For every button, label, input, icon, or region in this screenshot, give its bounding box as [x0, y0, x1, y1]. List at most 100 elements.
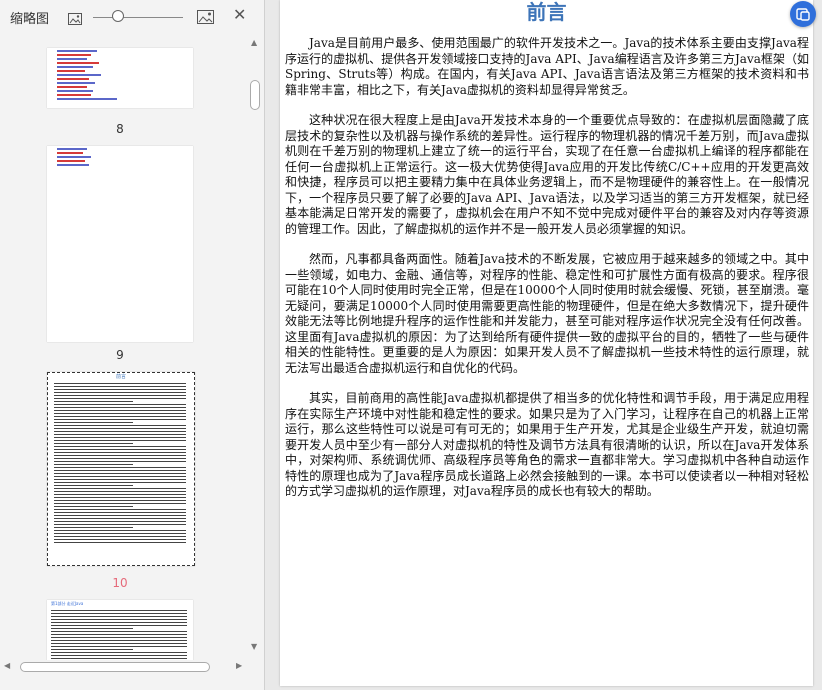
scroll-down-arrow[interactable]: ▼	[251, 642, 257, 651]
thumbnail-text-line	[54, 479, 186, 480]
document-body: Java是目前用户最多、使用范围最广的软件开发技术之一。Java的技术体系主要由…	[285, 36, 809, 515]
thumbnail-text-line	[54, 470, 186, 471]
thumbnail-text-line	[54, 425, 186, 426]
paragraph: Java是目前用户最多、使用范围最广的软件开发技术之一。Java的技术体系主要由…	[285, 36, 809, 97]
page-title: 前言	[526, 0, 567, 24]
thumbnail-text-line	[54, 500, 186, 501]
thumbnail-text-line	[51, 628, 133, 629]
thumbnail-text-line	[51, 634, 187, 635]
thumbnail-text-line	[54, 437, 186, 438]
thumbnail-text-line	[54, 473, 186, 474]
thumbnail-text-line	[54, 497, 186, 498]
thumbnail-text-line	[54, 416, 186, 417]
thumbnail-text-line	[51, 625, 187, 626]
thumbnail-text-line	[54, 518, 186, 519]
thumbnail-text-line	[54, 485, 134, 486]
thumbnail-text-line	[54, 542, 186, 543]
sidebar-title: 缩略图	[10, 12, 50, 27]
thumbnail-text-line	[54, 539, 186, 540]
thumbnail-text-line	[54, 515, 186, 516]
thumbnail-title: 前言	[115, 374, 126, 380]
thumbnail-text-line	[54, 449, 186, 450]
scroll-right-arrow[interactable]: ▶	[236, 661, 242, 670]
thumbnail-text-line	[54, 536, 186, 537]
thumbnail-text-line	[54, 491, 186, 492]
paragraph: 然而，凡事都具备两面性。随着Java技术的不断发展，它被应用于越来越多的领域之中…	[285, 252, 809, 375]
thumbnail-text-line	[54, 404, 186, 405]
thumbnail-page-11[interactable]: 第1部分 走近Java	[47, 600, 193, 660]
thumbnail-text-line	[54, 410, 186, 411]
thumbnail-text-line	[54, 407, 186, 408]
thumbnail-text-line	[54, 446, 186, 447]
float-tool-icon[interactable]	[790, 1, 816, 27]
thumbnail-text-line	[51, 640, 187, 641]
thumbnail-page-8[interactable]	[47, 48, 193, 108]
thumbnail-text-line	[54, 524, 186, 525]
thumbnail-text-line	[54, 401, 134, 402]
thumbnail-text-line	[54, 464, 134, 465]
thumbnail-text-line	[54, 533, 186, 534]
image-large-icon[interactable]	[197, 9, 214, 24]
page-number-9: 9	[116, 348, 124, 362]
scroll-left-arrow[interactable]: ◀	[4, 661, 10, 670]
thumbnail-text-line	[54, 422, 134, 423]
thumbnail-text-line	[54, 452, 186, 453]
thumbnail-text-line	[54, 476, 186, 477]
vertical-scroll-thumb[interactable]	[250, 80, 260, 110]
thumbnail-text-line	[54, 383, 186, 384]
zoom-slider-track[interactable]	[93, 17, 183, 18]
thumbnail-text-line	[54, 461, 186, 462]
sidebar-vertical-scrollbar[interactable]: ▲ ▼	[248, 38, 262, 660]
sidebar-toolbar: 缩略图 ✕	[0, 0, 264, 34]
thumbnail-text-line	[54, 386, 186, 387]
thumbnail-text-line	[51, 643, 187, 644]
thumbnail-text-line	[54, 527, 134, 528]
thumbnail-text-line	[54, 509, 186, 510]
thumbnail-text-line	[54, 392, 186, 393]
thumbnail-text-line	[54, 398, 186, 399]
thumbnail-text-line	[54, 521, 186, 522]
thumbnail-text-line	[51, 637, 187, 638]
scroll-up-arrow[interactable]: ▲	[251, 38, 257, 47]
thumbnail-text-line	[54, 458, 186, 459]
thumbnail-text-line	[51, 658, 187, 659]
page-number-10: 10	[112, 576, 128, 590]
thumbnail-list: 8 9 前言 10 第1部分 走近Java	[0, 38, 248, 660]
thumbnail-text-line	[54, 482, 186, 483]
paragraph: 这种状况在很大程度上是由Java开发技术本身的一个重要优点导致的：在虚拟机层面隐…	[285, 113, 809, 236]
thumbnail-sidebar: 缩略图 ✕ 8 9 前言 10 第1部分 走近Java ▲ ▼ ◀ ▶	[0, 0, 265, 690]
thumbnail-text-line	[54, 488, 186, 489]
thumbnail-text-line	[54, 506, 134, 507]
thumbnail-text-line	[54, 395, 186, 396]
thumbnail-text-line	[51, 613, 187, 614]
thumbnail-text-line	[51, 631, 187, 632]
thumbnail-text-line	[54, 512, 186, 513]
thumbnail-text-line	[54, 389, 186, 390]
thumbnail-text-line	[51, 652, 187, 653]
thumbnail-text-line	[54, 455, 186, 456]
document-page: 前言 Java是目前用户最多、使用范围最广的软件开发技术之一。Java的技术体系…	[280, 0, 813, 686]
thumbnail-text-line	[54, 428, 186, 429]
close-icon[interactable]: ✕	[233, 6, 246, 24]
thumbnail-page-10[interactable]: 前言	[47, 372, 195, 566]
thumbnail-text-line	[51, 619, 187, 620]
sidebar-horizontal-scrollbar[interactable]: ◀ ▶	[0, 660, 262, 674]
horizontal-scroll-thumb[interactable]	[20, 662, 210, 672]
thumbnail-text-line	[54, 419, 186, 420]
thumbnail-text-line	[51, 655, 187, 656]
thumbnail-text-line	[51, 616, 187, 617]
thumbnail-text-line	[54, 440, 186, 441]
thumbnail-text-line	[51, 610, 187, 611]
zoom-slider-thumb[interactable]	[112, 10, 124, 22]
thumbnail-text-line	[54, 413, 186, 414]
paragraph: 其实，目前商用的高性能Java虚拟机都提供了相当多的优化特性和调节手段，用于满足…	[285, 391, 809, 498]
thumbnail-page-9[interactable]	[47, 146, 193, 342]
thumbnail-text-line	[54, 443, 134, 444]
page-number-8: 8	[116, 122, 124, 136]
image-small-icon[interactable]	[68, 10, 82, 25]
thumbnail-text-line	[54, 467, 186, 468]
thumbnail-text-line	[51, 646, 187, 647]
thumbnail-text-line	[54, 503, 186, 504]
thumbnail-text-line	[54, 431, 186, 432]
thumbnail-text-line	[51, 649, 133, 650]
